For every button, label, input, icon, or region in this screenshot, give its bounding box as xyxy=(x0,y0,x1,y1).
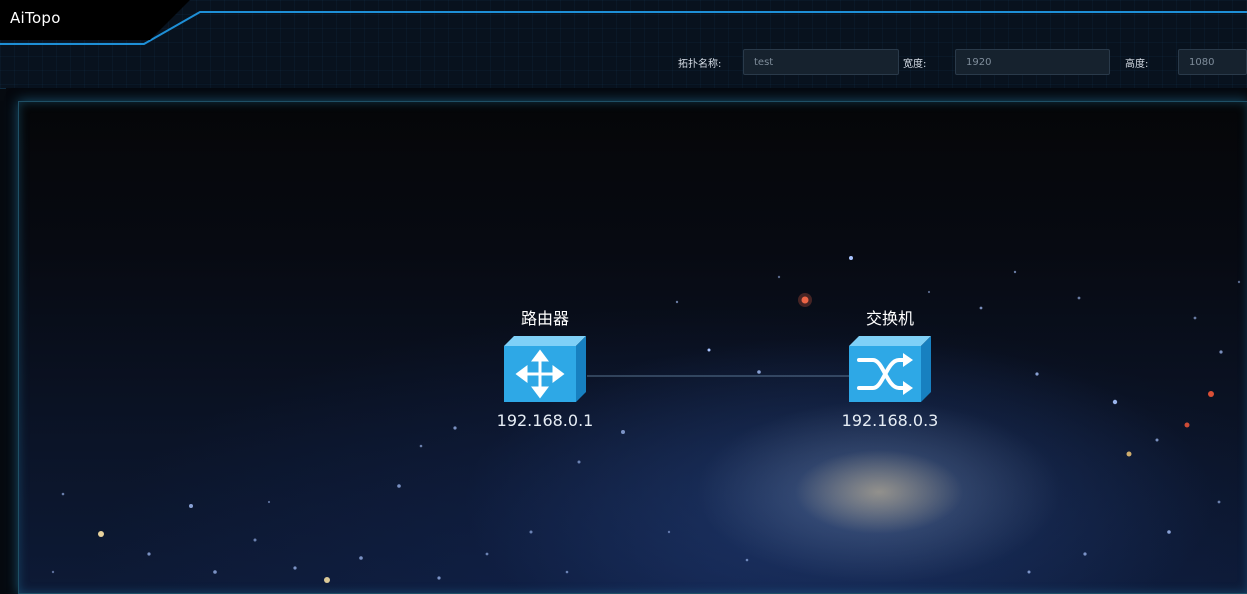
node-router-label: 路由器 xyxy=(520,309,569,328)
app-title: AiTopo xyxy=(10,9,61,27)
link-router-switch[interactable] xyxy=(19,102,1247,593)
topology-canvas[interactable]: 路由器 192.168.0.1 交换机 192.168.0.3 xyxy=(18,101,1247,594)
node-router-ip: 192.168.0.1 xyxy=(496,411,594,430)
title-tab: AiTopo xyxy=(0,0,210,44)
width-label: 宽度: xyxy=(903,59,927,70)
height-input[interactable] xyxy=(1178,49,1247,75)
header-bar: AiTopo 拓扑名称: 宽度: 高度: xyxy=(0,0,1247,89)
node-switch-ip: 192.168.0.3 xyxy=(841,411,939,430)
node-switch[interactable]: 交换机 192.168.0.3 xyxy=(830,308,950,432)
router-icon xyxy=(504,336,586,402)
node-switch-label: 交换机 xyxy=(865,309,914,328)
topology-name-label: 拓扑名称: xyxy=(678,59,722,70)
topology-name-input[interactable] xyxy=(743,49,899,75)
height-label: 高度: xyxy=(1125,59,1149,70)
node-router[interactable]: 路由器 192.168.0.1 xyxy=(485,308,605,432)
switch-icon xyxy=(849,336,931,402)
width-input[interactable] xyxy=(955,49,1110,75)
